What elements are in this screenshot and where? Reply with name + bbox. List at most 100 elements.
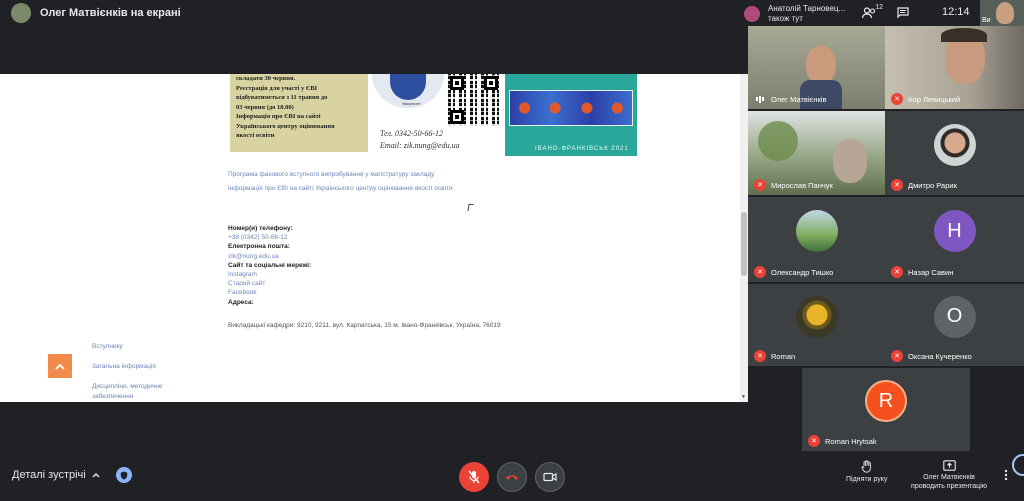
participant-tile[interactable]: ✕ Дмитро Рарик: [885, 111, 1024, 195]
meeting-details-button[interactable]: Деталі зустрічі: [12, 469, 100, 481]
scroll-to-top-button[interactable]: [48, 354, 72, 378]
participant-name: ✕ Дмитро Рарик: [891, 179, 957, 191]
participant-initial-avatar: О: [933, 295, 976, 338]
notification-text: Анатолій Тарновец... також тут: [768, 4, 846, 23]
poster-line: Інформація про ЄВІ на сайті: [236, 113, 321, 120]
participant-name-label: Мирослав Панчук: [771, 180, 833, 190]
self-view-tile[interactable]: Ви: [980, 0, 1024, 26]
email-heading: Електронна пошта:: [228, 243, 290, 251]
presentation-status-button[interactable]: Олег Матвієнків проводить презентацію: [906, 460, 992, 491]
poster-image-band: [509, 90, 633, 126]
poster-line: відбуватиметься з 11 травня до: [236, 94, 328, 101]
qr-code: [448, 74, 500, 126]
clock: 12:14: [942, 6, 970, 18]
participant-name-label: Roman Hrytsak: [825, 436, 877, 446]
participant-initial-avatar: R: [865, 380, 907, 423]
self-label: Ви: [982, 17, 991, 24]
participant-tile[interactable]: ✕ Ігор Левицький: [885, 26, 1024, 109]
presenter-bar: Олег Матвієнків на екрані: [0, 0, 748, 26]
poster-phone: Тел. 0342-50-66-12: [380, 129, 443, 138]
participant-name: ✕ Ігор Левицький: [891, 93, 960, 105]
poster-line: Українського центру оцінювання: [236, 122, 335, 130]
phone-heading: Номер(и) телефону:: [228, 225, 293, 232]
phone-value[interactable]: +38 (0342) 50-66-12: [228, 233, 311, 242]
participant-tile[interactable]: ✕ Roman: [748, 284, 885, 366]
participant-name: ✕ Roman: [754, 350, 795, 362]
mic-off-icon: ✕: [891, 179, 903, 191]
leave-call-button[interactable]: [497, 462, 527, 492]
qr-corner: [484, 76, 498, 90]
poster-email: Email: zik.nung@edu.ua: [380, 141, 460, 150]
more-options-button[interactable]: [1004, 469, 1008, 484]
footer-link[interactable]: Загальна інформація: [92, 362, 192, 372]
scrollbar-thumb[interactable]: [741, 212, 747, 276]
bottom-toolbar: Деталі зустрічі Підняти руку Олег Матвіє…: [0, 452, 1024, 501]
participant-tile[interactable]: О ✕ Оксана Кучеренко: [885, 284, 1024, 366]
participant-name-label: Олександр Тишко: [771, 267, 834, 277]
mic-off-icon: ✕: [808, 435, 820, 447]
participant-tile[interactable]: Олег Матвієнків: [748, 26, 885, 109]
mic-off-icon: ✕: [891, 266, 903, 278]
footer-link[interactable]: Дисципліни, методичне забезпечення: [92, 382, 192, 402]
participant-name-label: Ігор Левицький: [908, 94, 961, 104]
scroll-down-arrow-icon[interactable]: ▼: [741, 394, 746, 400]
footer-links: Вступнику Загальна інформація Дисципліни…: [92, 342, 192, 402]
more-vert-icon: [1004, 469, 1008, 481]
join-notification[interactable]: Анатолій Тарновец... також тут: [740, 2, 854, 26]
poster-teal-footer: ІВАНО-ФРАНКІВСЬК 2021: [535, 146, 629, 152]
presenting-line1: Олег Матвієнків: [923, 474, 975, 481]
participant-tile[interactable]: R ✕ Roman Hrytsak: [802, 368, 970, 451]
program-link[interactable]: Програма фахового вступного випробування…: [228, 171, 434, 178]
participant-initial-avatar: Н: [933, 210, 976, 252]
raise-hand-button[interactable]: Підняти руку: [846, 460, 887, 484]
microphone-toggle-button[interactable]: [459, 462, 489, 492]
mic-off-icon: ✕: [754, 266, 766, 278]
chevron-up-icon: [92, 473, 100, 478]
people-button[interactable]: 12: [858, 2, 883, 24]
chevron-up-icon: [55, 363, 65, 370]
poster-line: складати 30 червня.: [236, 75, 296, 82]
logo-emblem: [390, 74, 426, 100]
presenting-line2: проводить презентацію: [911, 483, 987, 490]
page-scrollbar[interactable]: ▼: [740, 74, 748, 402]
poster-line: Реєстрація для участі у ЄВІ: [236, 84, 318, 92]
participant-name-label: Олег Матвієнків: [771, 94, 827, 104]
participant-name: ✕ Оксана Кучеренко: [891, 350, 972, 362]
email-value[interactable]: zik@nung.edu.ua: [228, 252, 311, 261]
participant-tile[interactable]: Н ✕ Назар Савин: [885, 197, 1024, 282]
mic-off-icon: ✕: [891, 350, 903, 362]
self-face: [996, 2, 1014, 24]
contacts-block: Номер(и) телефону: +38 (0342) 50-66-12 Е…: [228, 224, 311, 307]
participant-avatar: [795, 295, 838, 338]
social-link-instagram[interactable]: Instagram: [228, 270, 311, 279]
side-panel-toggle-icon[interactable]: [1012, 454, 1024, 476]
evi-info-link[interactable]: Інформація про ЄВІ на сайті Українського…: [228, 185, 453, 192]
camera-toggle-button[interactable]: [535, 462, 565, 492]
participant-tile[interactable]: ✕ Олександр Тишко: [748, 197, 885, 282]
camera-icon: [543, 472, 557, 482]
poster-line: 03 червня (до 18.00): [236, 103, 294, 111]
phone-hangup-icon: [506, 475, 518, 480]
social-link-facebook[interactable]: Facebook: [228, 288, 311, 297]
chat-button[interactable]: [892, 2, 914, 24]
raise-hand-label: Підняти руку: [846, 476, 888, 483]
participant-name: ✕ Мирослав Панчук: [754, 179, 833, 191]
mic-off-icon: [468, 470, 480, 484]
presenter-avatar: [11, 3, 31, 23]
participant-name-label: Дмитро Рарик: [908, 180, 957, 190]
participant-name: Олег Матвієнків: [754, 93, 826, 105]
social-heading: Сайт та соціальні мережі:: [228, 261, 312, 269]
faculty-logo: Факультет: [372, 74, 444, 108]
footer-link[interactable]: Вступнику: [92, 342, 192, 352]
participant-name: ✕ Назар Савин: [891, 266, 953, 278]
shared-screen: складати 30 червня. Реєстрація для участ…: [0, 74, 748, 402]
mic-off-icon: ✕: [891, 93, 903, 105]
meeting-safety-icon[interactable]: [116, 467, 132, 483]
address-line: Викладацькі кафедри: 9210, 9211, вул. Ка…: [228, 322, 501, 329]
participant-name-label: Оксана Кучеренко: [908, 351, 972, 361]
mic-off-icon: ✕: [754, 350, 766, 362]
social-link-old-site[interactable]: Старий сайт: [228, 279, 311, 288]
participant-tile[interactable]: ✕ Мирослав Панчук: [748, 111, 885, 195]
qr-corner: [450, 110, 464, 124]
qr-corner: [450, 76, 464, 90]
